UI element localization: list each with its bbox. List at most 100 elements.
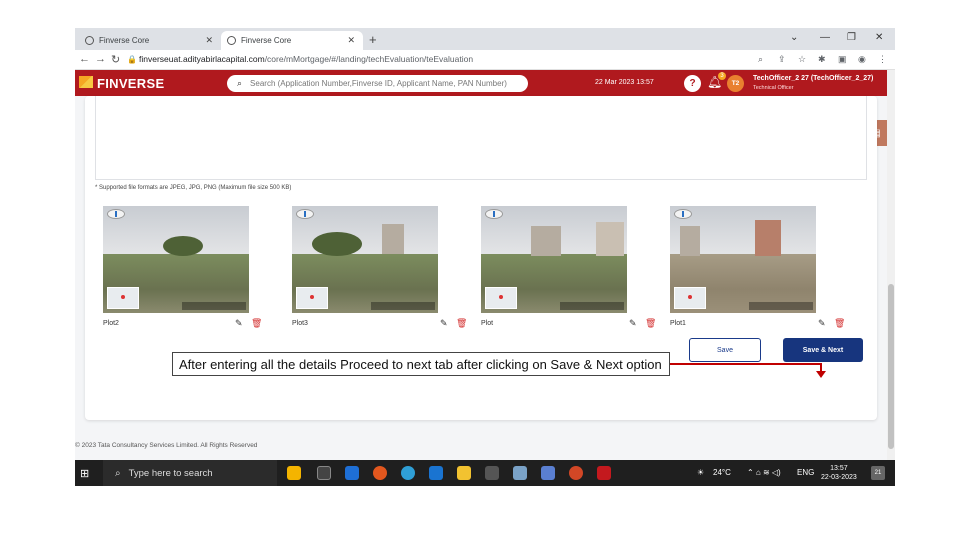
arrow-head-icon bbox=[816, 371, 826, 378]
calculator-icon[interactable] bbox=[485, 466, 499, 480]
extensions-icon[interactable]: ✱ bbox=[818, 54, 826, 65]
plot-photo[interactable] bbox=[292, 206, 438, 313]
weather-temp: 24°C bbox=[713, 468, 731, 477]
star-icon[interactable]: ☆ bbox=[798, 54, 806, 65]
edge-icon[interactable] bbox=[401, 466, 415, 480]
outlook-icon[interactable] bbox=[345, 466, 359, 480]
browser-tab-2[interactable]: Finverse Core ✕ bbox=[221, 31, 363, 50]
task-view-icon[interactable] bbox=[317, 466, 331, 480]
user-role: Technical Officer bbox=[753, 85, 794, 91]
new-tab-icon[interactable]: + bbox=[369, 32, 377, 47]
tab-title: Finverse Core bbox=[99, 36, 150, 45]
url-path: /core/mMortgage/#/landing/techEvaluation… bbox=[264, 54, 474, 64]
notification-badge: 3 bbox=[718, 72, 726, 80]
compass-icon bbox=[107, 209, 125, 219]
brand-name: FINVERSE bbox=[97, 76, 165, 91]
tray-icons[interactable]: ⌃ ⌂ ≋ ◁) bbox=[747, 468, 781, 477]
menu-icon[interactable]: ⋮ bbox=[878, 54, 887, 65]
os-taskbar: ⊞ ⌕ Type here to search ☀ 24°C ⌃ ⌂ ≋ ◁) … bbox=[75, 460, 895, 486]
scrollbar-thumb[interactable] bbox=[888, 284, 894, 449]
language-indicator[interactable]: ENG bbox=[797, 468, 814, 477]
url-domain: finverseuat.adityabirlacapital.com bbox=[139, 54, 265, 64]
user-name[interactable]: TechOfficer_2 27 (TechOfficer_2_27) bbox=[753, 75, 873, 82]
help-icon[interactable]: ? bbox=[684, 75, 701, 92]
plot-photo[interactable] bbox=[481, 206, 627, 313]
globe-icon bbox=[85, 36, 94, 45]
trash-icon[interactable]: 🗑︎ bbox=[456, 318, 467, 329]
close-icon[interactable]: ✕ bbox=[347, 35, 355, 46]
map-thumbnail bbox=[296, 287, 328, 309]
taskbar-clock[interactable]: 13:57 22-03-2023 bbox=[821, 464, 857, 482]
compass-icon bbox=[296, 209, 314, 219]
browser-tab-bar: Finverse Core ✕ Finverse Core ✕ + ⌄ — ❐ … bbox=[75, 28, 895, 50]
browser-tab-1[interactable]: Finverse Core ✕ bbox=[79, 31, 221, 50]
file-explorer-icon[interactable] bbox=[457, 466, 471, 480]
profile-icon[interactable]: ◉ bbox=[858, 54, 866, 65]
weather-icon[interactable]: ☀ bbox=[697, 468, 704, 477]
windows-start-icon[interactable]: ⊞ bbox=[80, 467, 89, 480]
reload-icon[interactable]: ↻ bbox=[111, 53, 120, 66]
compass-icon bbox=[485, 209, 503, 219]
photo-caption: Plot3 bbox=[292, 320, 308, 327]
snipping-tool-icon[interactable] bbox=[513, 466, 527, 480]
minimize-icon[interactable]: — bbox=[820, 32, 830, 43]
callout-arrow bbox=[670, 363, 820, 365]
plot-photo[interactable] bbox=[670, 206, 816, 313]
search-icon: ⌕ bbox=[115, 467, 121, 479]
taskbar-search-input[interactable]: ⌕ Type here to search bbox=[103, 460, 277, 486]
header-date: 22 Mar 2023 13:57 bbox=[595, 79, 654, 86]
people-icon[interactable] bbox=[287, 466, 301, 480]
plot-photo[interactable] bbox=[103, 206, 249, 313]
trash-icon[interactable]: 🗑︎ bbox=[834, 318, 845, 329]
share-icon[interactable]: ⇪ bbox=[778, 54, 786, 65]
global-search-input[interactable]: ⌕ Search (Application Number,Finverse ID… bbox=[227, 75, 528, 92]
supported-formats-note: * Supported file formats are JPEG, JPG, … bbox=[95, 185, 292, 191]
map-thumbnail bbox=[674, 287, 706, 309]
powerpoint-icon[interactable] bbox=[569, 466, 583, 480]
close-icon[interactable]: ✕ bbox=[205, 35, 213, 46]
save-button[interactable]: Save bbox=[689, 338, 761, 362]
trash-icon[interactable]: 🗑︎ bbox=[251, 318, 262, 329]
ie-icon[interactable] bbox=[429, 466, 443, 480]
brand-logo-icon bbox=[79, 76, 93, 88]
photo-caption: Plot bbox=[481, 320, 494, 327]
notification-center-icon[interactable]: 21 bbox=[871, 466, 885, 480]
forward-icon[interactable]: → bbox=[95, 53, 106, 65]
edit-icon[interactable]: ✎ bbox=[818, 318, 826, 329]
zoom-icon[interactable]: ⌕ bbox=[758, 54, 763, 65]
page-footer: © 2023 Tata Consultancy Services Limited… bbox=[75, 442, 258, 449]
chevron-down-icon[interactable]: ⌄ bbox=[790, 32, 798, 43]
url-field[interactable]: finverseuat.adityabirlacapital.com/core/… bbox=[139, 54, 473, 64]
close-window-icon[interactable]: ✕ bbox=[875, 32, 883, 43]
tab-title: Finverse Core bbox=[241, 36, 292, 45]
save-next-button[interactable]: Save & Next bbox=[783, 338, 863, 362]
clock-date: 22-03-2023 bbox=[821, 474, 857, 481]
upload-dropzone[interactable] bbox=[95, 96, 867, 180]
app-header: FINVERSE ⌕ Search (Application Number,Fi… bbox=[75, 70, 887, 96]
lock-icon: 🔒 bbox=[127, 55, 137, 64]
avatar[interactable]: T2 bbox=[727, 75, 744, 92]
photo-caption: Plot2 bbox=[103, 320, 119, 327]
instruction-callout: After entering all the details Proceed t… bbox=[172, 352, 670, 376]
trash-icon[interactable]: 🗑︎ bbox=[645, 318, 656, 329]
browser-window: Finverse Core ✕ Finverse Core ✕ + ⌄ — ❐ … bbox=[75, 28, 895, 486]
photo-caption: Plot1 bbox=[670, 320, 686, 327]
edit-icon[interactable]: ✎ bbox=[235, 318, 243, 329]
back-icon[interactable]: ← bbox=[79, 53, 90, 65]
search-placeholder: Search (Application Number,Finverse ID, … bbox=[250, 79, 507, 88]
map-thumbnail bbox=[107, 287, 139, 309]
teams-icon[interactable] bbox=[541, 466, 555, 480]
restore-icon[interactable]: ❐ bbox=[847, 32, 856, 43]
clock-time: 13:57 bbox=[830, 465, 848, 472]
edit-icon[interactable]: ✎ bbox=[629, 318, 637, 329]
acrobat-icon[interactable] bbox=[597, 466, 611, 480]
globe-icon bbox=[227, 36, 236, 45]
address-bar: ← → ↻ 🔒 finverseuat.adityabirlacapital.c… bbox=[75, 50, 895, 70]
map-thumbnail bbox=[485, 287, 517, 309]
sidepanel-icon[interactable]: ▣ bbox=[838, 54, 847, 65]
chrome-icon[interactable] bbox=[373, 466, 387, 480]
edit-icon[interactable]: ✎ bbox=[440, 318, 448, 329]
search-icon: ⌕ bbox=[237, 78, 243, 88]
compass-icon bbox=[674, 209, 692, 219]
taskbar-search-placeholder: Type here to search bbox=[128, 467, 213, 479]
